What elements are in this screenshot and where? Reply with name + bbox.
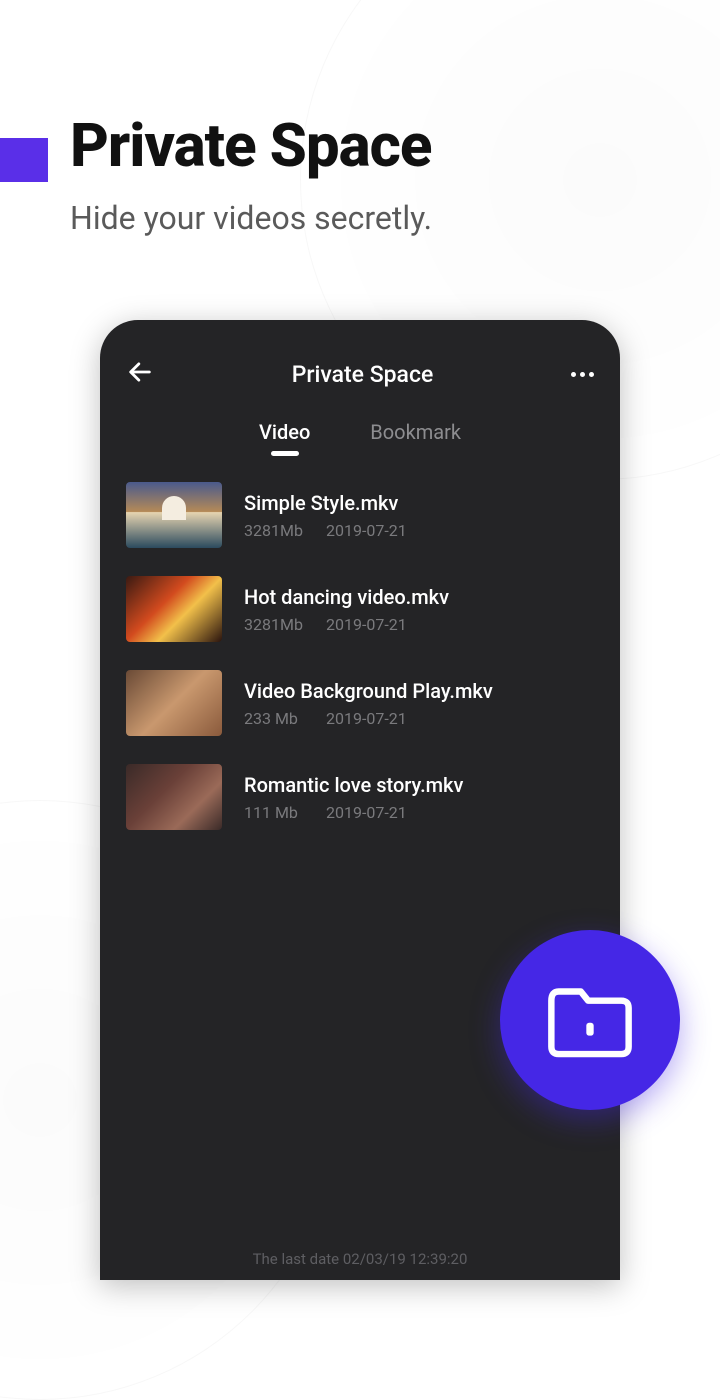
video-thumbnail (126, 576, 222, 642)
video-date: 2019-07-21 (326, 521, 407, 540)
app-header: Private Space (126, 350, 594, 398)
video-size: 111 Mb (244, 803, 322, 822)
video-thumbnail (126, 482, 222, 548)
video-meta: Romantic love story.mkv 111 Mb 2019-07-2… (244, 773, 463, 822)
video-name: Romantic love story.mkv (244, 773, 463, 797)
video-meta: Hot dancing video.mkv 3281Mb 2019-07-21 (244, 585, 449, 634)
private-folder-fab[interactable] (500, 930, 680, 1110)
back-arrow-icon[interactable] (126, 358, 154, 390)
video-name: Simple Style.mkv (244, 491, 407, 515)
video-name: Hot dancing video.mkv (244, 585, 449, 609)
list-item[interactable]: Romantic love story.mkv 111 Mb 2019-07-2… (126, 764, 594, 830)
video-list: Simple Style.mkv 3281Mb 2019-07-21 Hot d… (126, 482, 594, 830)
video-thumbnail (126, 670, 222, 736)
tab-bar: Video Bookmark (126, 420, 594, 454)
accent-bar (0, 138, 48, 182)
video-thumbnail (126, 764, 222, 830)
video-date: 2019-07-21 (326, 615, 407, 634)
video-date: 2019-07-21 (326, 803, 407, 822)
hero-block: Private Space Hide your videos secretly. (70, 110, 432, 237)
more-horizontal-icon[interactable] (571, 372, 594, 377)
list-item[interactable]: Video Background Play.mkv 233 Mb 2019-07… (126, 670, 594, 736)
video-size: 233 Mb (244, 709, 322, 728)
list-item[interactable]: Simple Style.mkv 3281Mb 2019-07-21 (126, 482, 594, 548)
phone-frame: Private Space Video Bookmark Simple Styl… (100, 320, 620, 1280)
tab-video[interactable]: Video (259, 420, 310, 454)
hero-title: Private Space (70, 110, 432, 181)
video-size: 3281Mb (244, 615, 322, 634)
tab-bookmark[interactable]: Bookmark (370, 420, 461, 454)
list-item[interactable]: Hot dancing video.mkv 3281Mb 2019-07-21 (126, 576, 594, 642)
video-date: 2019-07-21 (326, 709, 407, 728)
locked-folder-icon (544, 980, 636, 1060)
video-size: 3281Mb (244, 521, 322, 540)
video-meta: Video Background Play.mkv 233 Mb 2019-07… (244, 679, 493, 728)
footer-timestamp: The last date 02/03/19 12:39:20 (100, 1250, 620, 1268)
app-title: Private Space (292, 361, 434, 388)
video-meta: Simple Style.mkv 3281Mb 2019-07-21 (244, 491, 407, 540)
video-name: Video Background Play.mkv (244, 679, 493, 703)
hero-subtitle: Hide your videos secretly. (70, 199, 432, 237)
